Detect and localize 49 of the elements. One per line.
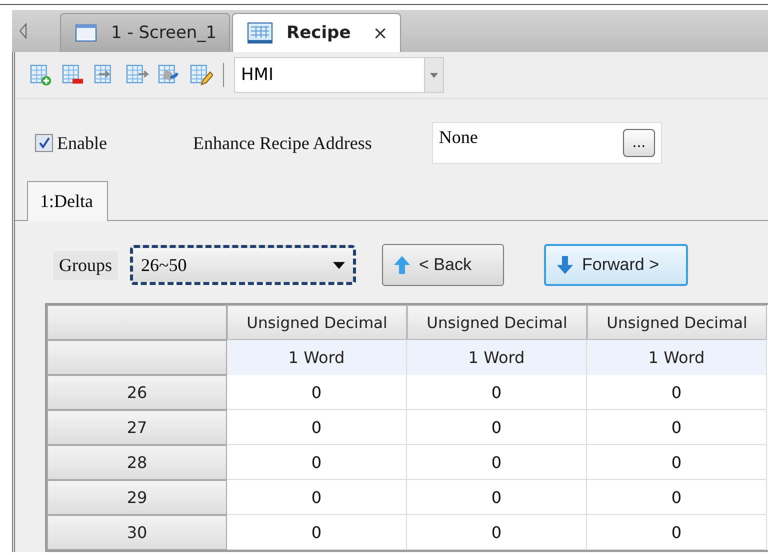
add-table-icon[interactable] xyxy=(29,63,53,87)
table-cell: 0 xyxy=(587,375,767,410)
table-cell: 0 xyxy=(587,515,767,550)
enable-checkbox[interactable] xyxy=(35,134,53,152)
row-header[interactable]: 26 xyxy=(47,375,227,410)
table-icon xyxy=(246,22,273,44)
dropdown-arrow-icon xyxy=(430,72,438,78)
table-cell: 0 xyxy=(227,480,407,515)
table-cell: 0 xyxy=(407,480,587,515)
row-header[interactable]: 29 xyxy=(47,480,227,515)
row-header[interactable]: 27 xyxy=(47,410,227,445)
dropdown-arrow-icon xyxy=(333,262,345,268)
enable-label: Enable xyxy=(57,132,107,154)
table-cell: 0 xyxy=(407,375,587,410)
table-cell: 0 xyxy=(587,410,767,445)
unit-cell: 1 Word xyxy=(587,340,767,375)
table-cell: 0 xyxy=(587,480,767,515)
forward-button[interactable]: Forward > xyxy=(544,244,688,286)
row-header[interactable]: 30 xyxy=(47,515,227,550)
groups-label: Groups xyxy=(53,250,118,280)
back-button[interactable]: < Back xyxy=(382,244,504,286)
table-cell: 0 xyxy=(407,445,587,480)
address-label: Enhance Recipe Address xyxy=(192,132,372,154)
table-cell: 0 xyxy=(407,515,587,550)
down-arrow-icon xyxy=(556,254,574,276)
device-dropdown[interactable]: HMI xyxy=(234,57,444,93)
table-cell: 0 xyxy=(407,410,587,445)
unit-cell: 1 Word xyxy=(407,340,587,375)
recipe-tab[interactable]: 1:Delta xyxy=(27,181,108,221)
up-arrow-icon xyxy=(393,254,411,276)
browse-button[interactable]: ... xyxy=(622,129,655,157)
document-tab[interactable]: Recipe × xyxy=(232,13,401,52)
unit-cell: 1 Word xyxy=(227,340,407,375)
column-header[interactable]: Unsigned Decimal xyxy=(587,305,767,340)
table-cell: 0 xyxy=(587,445,767,480)
groups-dropdown[interactable]: 26~50 xyxy=(130,245,356,285)
table-cell: 0 xyxy=(227,410,407,445)
edit-table-icon[interactable] xyxy=(189,63,213,87)
scroll-left-icon[interactable] xyxy=(18,23,28,39)
window-icon xyxy=(75,24,97,42)
table-cell: 0 xyxy=(227,445,407,480)
close-button[interactable]: × xyxy=(372,22,388,44)
row-header[interactable]: 28 xyxy=(47,445,227,480)
column-header[interactable]: Unsigned Decimal xyxy=(227,305,407,340)
table-cell: 0 xyxy=(227,375,407,410)
column-header[interactable]: Unsigned Decimal xyxy=(407,305,587,340)
document-tab[interactable]: 1 - Screen_1 xyxy=(60,13,230,52)
table-cell: 0 xyxy=(227,515,407,550)
address-field[interactable]: None ... xyxy=(432,122,662,164)
